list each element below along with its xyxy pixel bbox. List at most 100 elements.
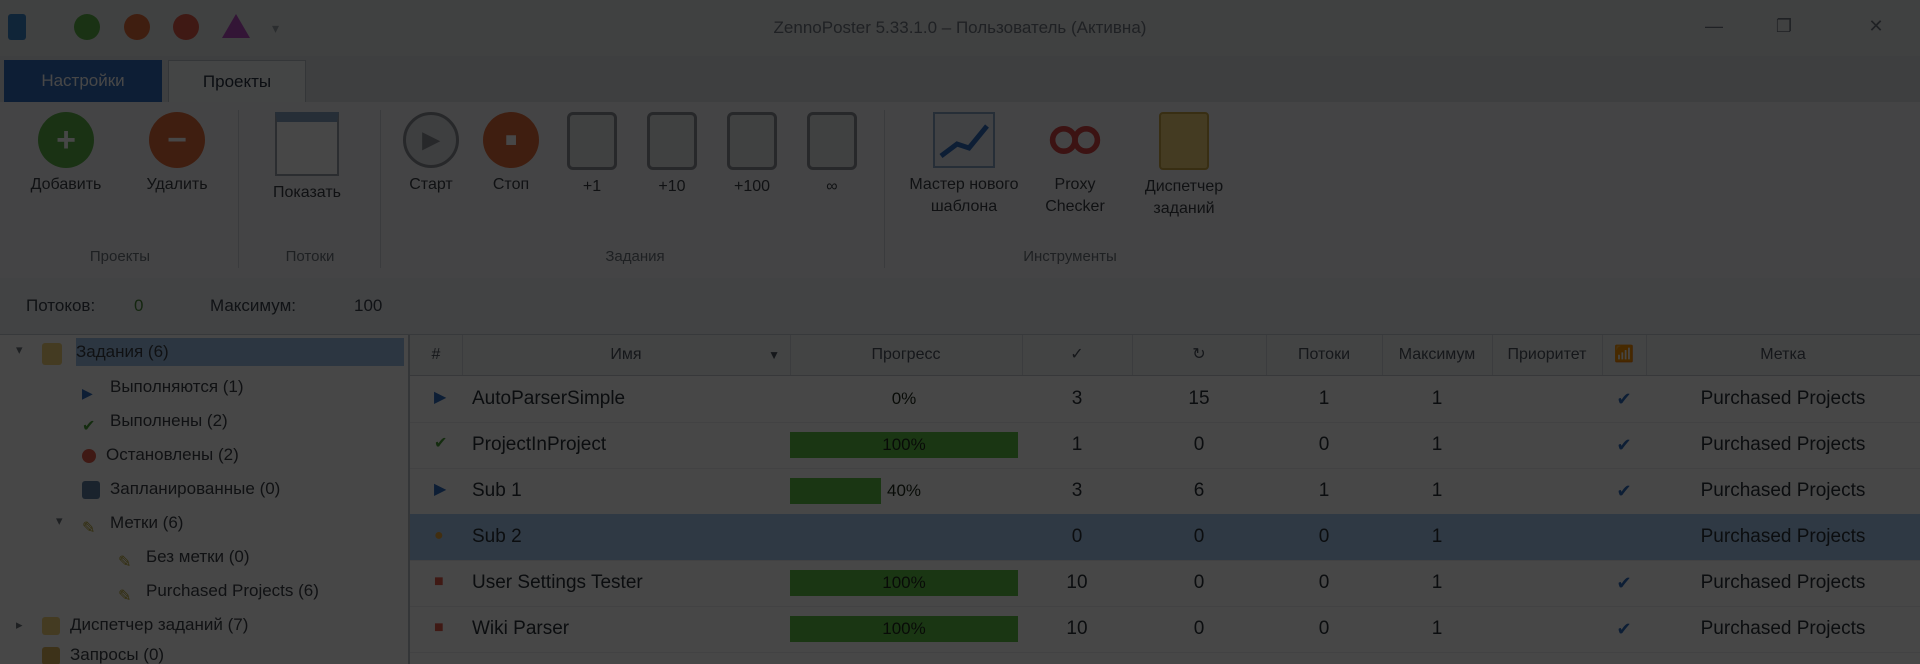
enabled-checkbox[interactable]: ✔ bbox=[1602, 376, 1646, 422]
enabled-checkbox[interactable]: ✔ bbox=[1602, 468, 1646, 514]
minimize-icon[interactable]: — bbox=[1700, 14, 1728, 38]
tree-item-label: Диспетчер заданий (7) bbox=[70, 615, 249, 634]
progress-text bbox=[790, 524, 1018, 550]
plus-hundred-label: +100 bbox=[733, 178, 771, 195]
max-threads[interactable]: 1 bbox=[1382, 606, 1492, 652]
show-window-icon bbox=[275, 112, 339, 176]
stop-status-icon bbox=[82, 448, 96, 463]
column-header-progress[interactable]: Прогресс bbox=[790, 335, 1023, 375]
enabled-checkbox[interactable]: ✔ bbox=[1602, 560, 1646, 606]
column-header-max[interactable]: Максимум bbox=[1382, 335, 1493, 375]
max-threads[interactable]: 1 bbox=[1382, 514, 1492, 560]
tree-item-purchased-projects[interactable]: ✎ Purchased Projects (6) bbox=[118, 577, 319, 605]
title-bar: ▾ ZennoPoster 5.33.1.0 – Пользователь (А… bbox=[0, 0, 1920, 57]
collapse-icon[interactable]: ▾ bbox=[56, 513, 63, 529]
start-label: Старт bbox=[409, 176, 453, 193]
tree-item-requests[interactable]: Запросы (0) bbox=[42, 641, 164, 664]
tree-item-label: Задания (6) bbox=[76, 342, 169, 361]
checkmark-icon: ✔ bbox=[82, 417, 96, 435]
tree-item-done[interactable]: ✔ Выполнены (2) bbox=[82, 407, 228, 435]
column-header-priority[interactable]: Приоритет bbox=[1492, 335, 1603, 375]
max-threads-label: Максимум: bbox=[210, 296, 297, 315]
progress-text: 100% bbox=[882, 619, 926, 638]
start-button[interactable]: ▶ Старт bbox=[396, 112, 466, 196]
remove-project-button[interactable]: − Удалить bbox=[128, 112, 226, 196]
attempts-count: 0 bbox=[1193, 434, 1205, 455]
table-row[interactable]: ■ User Settings Tester 100% 10 0 0 1 ✔ Purchased… bbox=[410, 560, 1920, 607]
thread-status-bar: Потоков: 0 Максимум: 100 bbox=[0, 278, 1920, 335]
table-row[interactable]: ▶ AutoParserSimple 0% 3 15 1 1 ✔ Purchased Proje… bbox=[410, 376, 1920, 423]
tree-item-label: Выполнены (2) bbox=[110, 411, 228, 430]
close-icon[interactable]: ✕ bbox=[1862, 14, 1890, 38]
add-project-button[interactable]: + Добавить bbox=[14, 112, 118, 196]
task-dispatcher-button[interactable]: Диспетчер заданий bbox=[1124, 112, 1244, 220]
table-row[interactable]: ✔ ProjectInProject 100% 1 0 0 1 ✔ Purchased Proj… bbox=[410, 422, 1920, 469]
plus-ten-button[interactable]: +10 bbox=[640, 112, 704, 198]
tab-projects[interactable]: Проекты bbox=[168, 60, 306, 103]
tab-settings[interactable]: Настройки bbox=[4, 60, 162, 102]
tree-item-scheduled[interactable]: Запланированные (0) bbox=[82, 475, 280, 503]
infinity-icon bbox=[807, 112, 857, 170]
infinity-button[interactable]: ∞ bbox=[800, 112, 864, 198]
maximize-icon[interactable]: ❐ bbox=[1770, 14, 1798, 38]
expand-icon[interactable]: ▸ bbox=[16, 617, 23, 633]
column-header-signal[interactable]: 📶 bbox=[1602, 335, 1647, 375]
max-threads[interactable]: 1 bbox=[1382, 422, 1492, 468]
max-threads[interactable]: 1 bbox=[1382, 376, 1492, 422]
stop-icon: ■ bbox=[483, 112, 539, 168]
table-row[interactable]: ● Sub 2 0 0 0 1 Purchased Projects bbox=[410, 514, 1920, 561]
tree-item-running[interactable]: ▶ Выполняются (1) bbox=[82, 373, 244, 401]
enabled-checkbox[interactable] bbox=[1602, 514, 1646, 560]
tree-item-task-dispatcher[interactable]: Диспетчер заданий (7) bbox=[42, 611, 248, 639]
add-circle-icon: + bbox=[38, 112, 94, 168]
stop-button[interactable]: ■ Стоп bbox=[474, 112, 548, 196]
progress-bar bbox=[790, 524, 1018, 550]
table-row[interactable]: ▶ Sub 1 40% 3 6 1 1 ✔ Purchased Projects bbox=[410, 468, 1920, 515]
proxy-checker-button[interactable]: Proxy Checker bbox=[1030, 112, 1120, 218]
wizard-chart-icon bbox=[933, 112, 995, 168]
show-button[interactable]: Показать bbox=[252, 112, 362, 204]
tag-icon: ✎ bbox=[82, 519, 96, 537]
threads-count: 0 bbox=[1318, 618, 1330, 639]
task-name: User Settings Tester bbox=[472, 572, 643, 593]
proxy-checker-icon bbox=[1047, 112, 1103, 168]
collapse-icon[interactable]: ▾ bbox=[16, 342, 23, 358]
ribbon-tabs: Настройки Проекты bbox=[0, 56, 1920, 103]
max-threads[interactable]: 1 bbox=[1382, 468, 1492, 514]
folder-icon bbox=[42, 343, 62, 365]
done-status-icon: ✔ bbox=[434, 435, 448, 452]
wizard-button[interactable]: Мастер нового шаблона bbox=[898, 112, 1030, 218]
column-header-number[interactable]: # bbox=[410, 335, 463, 375]
attempts-count: 0 bbox=[1193, 572, 1205, 593]
scheduled-status-icon: ● bbox=[434, 527, 444, 544]
column-header-success[interactable]: ✓ bbox=[1022, 335, 1133, 375]
tree-item-labels[interactable]: ✎ Метки (6) bbox=[82, 509, 183, 537]
tree-item-tasks[interactable]: Задания (6) bbox=[42, 338, 404, 366]
column-header-label[interactable]: Метка bbox=[1646, 335, 1920, 375]
max-threads[interactable]: 1 bbox=[1382, 560, 1492, 606]
remove-project-label: Удалить bbox=[146, 176, 208, 193]
column-header-attempts[interactable]: ↻ bbox=[1132, 335, 1267, 375]
tree-item-no-label[interactable]: ✎ Без метки (0) bbox=[118, 543, 250, 571]
plus-hundred-button[interactable]: +100 bbox=[720, 112, 784, 198]
ribbon-separator bbox=[884, 110, 885, 268]
plus-one-button[interactable]: +1 bbox=[560, 112, 624, 198]
enabled-checkbox[interactable]: ✔ bbox=[1602, 606, 1646, 652]
max-threads-value[interactable]: 100 bbox=[354, 296, 382, 316]
column-header-name[interactable]: Имя ▼ bbox=[462, 335, 791, 375]
progress-bar: 0% bbox=[790, 386, 1018, 412]
attempts-count: 0 bbox=[1193, 526, 1205, 547]
column-header-threads[interactable]: Потоки bbox=[1266, 335, 1383, 375]
tag-icon: ✎ bbox=[118, 587, 132, 605]
requests-icon bbox=[42, 646, 60, 664]
table-row[interactable]: ■ Wiki Parser 100% 10 0 0 1 ✔ Purchased Projects bbox=[410, 606, 1920, 653]
attempts-count: 15 bbox=[1188, 388, 1210, 409]
threads-count: 0 bbox=[1318, 572, 1330, 593]
task-label: Purchased Projects bbox=[1700, 618, 1866, 639]
success-count: 3 bbox=[1071, 388, 1083, 409]
group-projects-label: Проекты bbox=[89, 248, 151, 265]
tree-item-label: Метки (6) bbox=[110, 513, 184, 532]
task-dispatcher-icon bbox=[1159, 112, 1209, 170]
tree-item-stopped[interactable]: Остановлены (2) bbox=[82, 441, 239, 469]
enabled-checkbox[interactable]: ✔ bbox=[1602, 422, 1646, 468]
